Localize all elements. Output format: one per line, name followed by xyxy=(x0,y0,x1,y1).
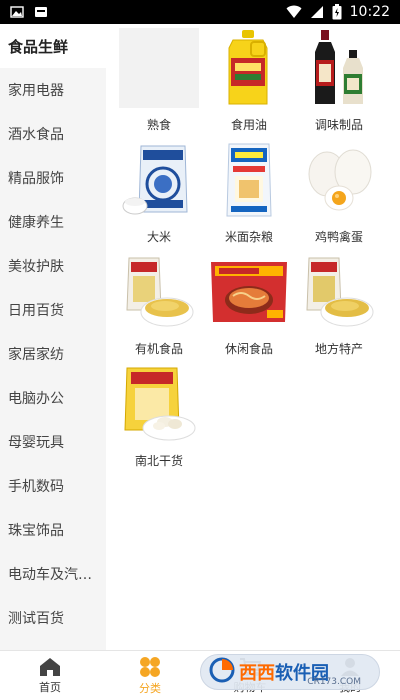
sidebar-item-label: 美妆护肤 xyxy=(8,259,64,275)
picture-notification-icon xyxy=(10,6,24,18)
sidebar-item-jewelry[interactable]: 珠宝饰品 xyxy=(0,508,106,552)
sidebar-item-ev-auto[interactable]: 电动车及汽车... xyxy=(0,552,106,596)
tab-category[interactable]: 分类 xyxy=(100,651,200,700)
subcategory-tile-eggs[interactable]: 鸡鸭禽蛋 xyxy=(294,140,384,252)
sidebar-item-home-textiles[interactable]: 家居家纺 xyxy=(0,332,106,376)
subcategory-tile-cooked-food[interactable]: 熟食 xyxy=(114,28,204,140)
watermark-text-a: 西西 xyxy=(239,663,275,684)
sidebar-item-daily-goods[interactable]: 日用百货 xyxy=(0,288,106,332)
subcategory-label: 南北干货 xyxy=(134,454,183,468)
sidebar-item-baby-toys[interactable]: 母婴玩具 xyxy=(0,420,106,464)
rice-bag-image xyxy=(119,140,199,220)
subcategory-label: 大米 xyxy=(146,230,171,244)
sidebar-item-label: 手机数码 xyxy=(8,479,64,495)
sidebar-item-label: 酒水食品 xyxy=(8,127,64,143)
tab-home[interactable]: 首页 xyxy=(0,651,100,700)
sidebar-item-phones-digital[interactable]: 手机数码 xyxy=(0,464,106,508)
sidebar-item-label: 电脑办公 xyxy=(8,391,64,407)
status-bar: 10:22 xyxy=(0,0,400,24)
subcategory-tile-grains[interactable]: 米面杂粮 xyxy=(204,140,294,252)
millet-bag-2-image xyxy=(299,252,379,332)
cooking-oil-bottle-image xyxy=(209,28,289,108)
sidebar-item-drinks-food[interactable]: 酒水食品 xyxy=(0,112,106,156)
subcategory-label: 鸡鸭禽蛋 xyxy=(314,230,363,244)
sidebar-item-home-appliances[interactable]: 家用电器 xyxy=(0,68,106,112)
subcategory-tile-cooking-oil[interactable]: 食用油 xyxy=(204,28,294,140)
millet-bag-image xyxy=(119,252,199,332)
app-notification-icon xyxy=(34,6,48,18)
sidebar-item-health[interactable]: 健康养生 xyxy=(0,200,106,244)
subcategory-label: 休闲食品 xyxy=(224,342,273,356)
dried-goods-bag-image xyxy=(119,364,199,444)
wifi-icon xyxy=(286,5,302,19)
subcategory-label: 有机食品 xyxy=(134,342,183,356)
subcategory-panel: 熟食 食用油 调味制品 大米 米面杂粮 鸡鸭禽蛋 有机食品 休闲食品 地方特产 … xyxy=(106,24,400,650)
watermark-logo-icon xyxy=(209,657,235,687)
sidebar-item-apparel[interactable]: 精品服饰 xyxy=(0,156,106,200)
subcategory-grid: 熟食 食用油 调味制品 大米 米面杂粮 鸡鸭禽蛋 有机食品 休闲食品 地方特产 … xyxy=(114,28,394,476)
sidebar-item-test-goods[interactable]: 测试百货 xyxy=(0,596,106,640)
tab-label: 首页 xyxy=(39,680,61,694)
subcategory-label: 调味制品 xyxy=(314,118,363,132)
subcategory-tile-snacks[interactable]: 休闲食品 xyxy=(204,252,294,364)
sidebar-item-label: 母婴玩具 xyxy=(8,435,64,451)
subcategory-tile-dried-goods[interactable]: 南北干货 xyxy=(114,364,204,476)
sidebar-item-label: 测试百货 xyxy=(8,611,64,627)
subcategory-tile-local-specialties[interactable]: 地方特产 xyxy=(294,252,384,364)
sidebar-item-label: 精品服饰 xyxy=(8,171,64,187)
subcategory-tile-rice[interactable]: 大米 xyxy=(114,140,204,252)
sidebar-item-computer-office[interactable]: 电脑办公 xyxy=(0,376,106,420)
status-time: 10:22 xyxy=(349,4,390,20)
tab-label: 分类 xyxy=(139,681,161,695)
sidebar-item-label: 珠宝饰品 xyxy=(8,523,64,539)
battery-icon xyxy=(332,4,342,20)
subcategory-label: 地方特产 xyxy=(314,342,363,356)
subcategory-tile-seasonings[interactable]: 调味制品 xyxy=(294,28,384,140)
watermark-sub: CR173.COM xyxy=(307,677,361,687)
category-sidebar: 食品生鲜 家用电器 酒水食品 精品服饰 健康养生 美妆护肤 日用百货 家居家纺 … xyxy=(0,24,106,650)
sidebar-item-label: 家用电器 xyxy=(8,83,64,99)
category-icon xyxy=(138,656,162,678)
eggs-image xyxy=(299,140,379,220)
sauce-bottles-image xyxy=(299,28,379,108)
sidebar-item-fresh-food[interactable]: 食品生鲜 xyxy=(0,24,106,68)
site-watermark: 西西软件园 CR173.COM xyxy=(200,654,380,690)
sidebar-item-label: 日用百货 xyxy=(8,303,64,319)
subcategory-label: 熟食 xyxy=(146,118,171,132)
snack-bag-image xyxy=(209,252,289,332)
grain-bag-image xyxy=(209,140,289,220)
subcategory-label: 米面杂粮 xyxy=(224,230,273,244)
cooked-food-placeholder-image xyxy=(119,28,199,108)
subcategory-tile-organic-food[interactable]: 有机食品 xyxy=(114,252,204,364)
sidebar-item-label: 食品生鲜 xyxy=(8,37,69,56)
signal-icon xyxy=(310,5,324,19)
sidebar-item-label: 健康养生 xyxy=(8,215,64,231)
home-icon xyxy=(39,657,61,677)
sidebar-item-label: 电动车及汽车... xyxy=(8,567,104,583)
sidebar-item-beauty[interactable]: 美妆护肤 xyxy=(0,244,106,288)
sidebar-item-label: 家居家纺 xyxy=(8,347,64,363)
subcategory-label: 食用油 xyxy=(230,118,267,132)
